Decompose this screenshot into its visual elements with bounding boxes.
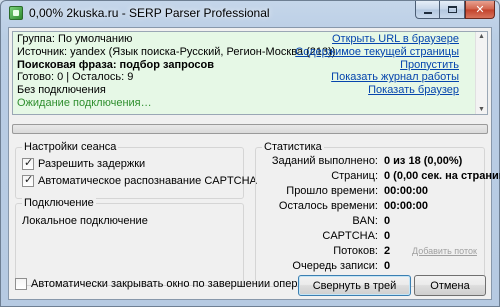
- stat-row: BAN: 0: [256, 215, 486, 227]
- stat-label: Прошло времени:: [286, 185, 378, 197]
- auto-close-label: Автоматически закрывать окно по завершен…: [31, 278, 323, 290]
- connection-status-text: Без подключения: [17, 84, 106, 97]
- connection-value: Локальное подключение: [22, 215, 148, 227]
- connection-group: Подключение Локальное подключение: [15, 197, 244, 286]
- source-text: Источник: yandex (Язык поиска-Русский, Р…: [17, 45, 336, 58]
- stat-row: CAPTCHA: 0: [256, 230, 486, 242]
- waiting-status-text: Ожидание подключения…: [17, 96, 152, 109]
- stat-value: 0 из 18 (0,00%): [384, 155, 463, 167]
- stat-label: Очередь записи:: [292, 260, 378, 272]
- close-icon: ✕: [475, 4, 485, 16]
- open-url-link[interactable]: Открыть URL в браузере: [295, 33, 459, 46]
- stat-label: Осталось времени:: [278, 200, 378, 212]
- title-bar[interactable]: 0,00% 2kuska.ru - SERP Parser Profession…: [1, 1, 499, 25]
- stat-row: Страниц: 0 (0,00 сек. на страниц: [256, 170, 500, 182]
- page-content-link[interactable]: Содержимое текущей страницы: [295, 46, 459, 59]
- progress-bar: [12, 124, 488, 134]
- stat-value: 00:00:00: [384, 185, 429, 197]
- stat-row: Очередь записи: 0: [256, 260, 486, 272]
- auto-captcha-checkbox[interactable]: Автоматическое распознавание CAPTCHA: [22, 173, 257, 187]
- statistics-title: Статистика: [262, 141, 324, 153]
- task-info-highlight: Группа: По умолчанию Источник: yandex (Я…: [13, 32, 477, 114]
- client-area: Группа: По умолчанию Источник: yandex (Я…: [8, 27, 500, 300]
- skip-link[interactable]: Пропустить: [295, 59, 459, 72]
- auto-close-checkbox[interactable]: Автоматически закрывать окно по завершен…: [15, 278, 322, 290]
- stat-row: Заданий выполнено: 0 из 18 (0,00%): [256, 155, 486, 167]
- task-info-panel: Группа: По умолчанию Источник: yandex (Я…: [12, 31, 488, 115]
- show-log-link[interactable]: Показать журнал работы: [295, 71, 459, 84]
- app-icon: [9, 6, 23, 20]
- stat-value: 0: [384, 215, 391, 227]
- auto-close-check-icon[interactable]: [15, 278, 27, 290]
- stat-value: 0: [384, 260, 391, 272]
- window-title: 0,00% 2kuska.ru - SERP Parser Profession…: [29, 6, 270, 20]
- task-info-text: Группа: По умолчанию Источник: yandex (Я…: [17, 33, 335, 110]
- task-actions: Открыть URL в браузере Содержимое текуще…: [295, 33, 459, 97]
- minimize-icon: [423, 11, 432, 14]
- stat-label: Страниц:: [331, 170, 378, 182]
- stat-row: Потоков: 2 Добавить поток: [256, 245, 486, 257]
- auto-captcha-check-icon[interactable]: [22, 173, 34, 187]
- stat-label: Заданий выполнено:: [271, 155, 378, 167]
- stat-value: 2: [384, 245, 391, 257]
- connection-title: Подключение: [22, 197, 96, 209]
- minimize-button[interactable]: [415, 1, 440, 19]
- info-scrollbar[interactable]: ▲ ▼: [475, 32, 487, 114]
- cancel-button[interactable]: Отмена: [414, 275, 486, 296]
- minimize-to-tray-button[interactable]: Свернуть в трей: [298, 275, 411, 296]
- stat-label: BAN:: [352, 215, 378, 227]
- stat-value: 0 (0,00 сек. на страниц: [384, 170, 500, 182]
- show-browser-link[interactable]: Показать браузер: [295, 84, 459, 97]
- search-phrase-text: Поисковая фраза: подбор запросов: [17, 58, 215, 71]
- stat-row: Осталось времени: 00:00:00: [256, 200, 486, 212]
- scroll-down-icon[interactable]: ▼: [478, 106, 485, 113]
- add-thread-link[interactable]: Добавить поток: [412, 246, 477, 256]
- maximize-button[interactable]: [440, 1, 465, 19]
- session-settings-group: Настройки сеанса Разрешить задержки Авто…: [15, 141, 257, 199]
- stat-value: 0: [384, 230, 391, 242]
- session-settings-title: Настройки сеанса: [22, 141, 119, 153]
- allow-delays-label: Разрешить задержки: [38, 158, 146, 170]
- app-window: 0,00% 2kuska.ru - SERP Parser Profession…: [0, 0, 500, 307]
- group-text: Группа: По умолчанию: [17, 33, 133, 45]
- stat-label: CAPTCHA:: [322, 230, 378, 242]
- stat-row: Прошло времени: 00:00:00: [256, 185, 486, 197]
- stat-value: 00:00:00: [384, 200, 429, 212]
- maximize-icon: [447, 6, 457, 13]
- close-button[interactable]: ✕: [465, 1, 495, 19]
- stat-label: Потоков:: [333, 245, 378, 257]
- counts-text: Готово: 0 | Осталось: 9: [17, 71, 134, 84]
- scroll-up-icon[interactable]: ▲: [478, 33, 485, 40]
- auto-captcha-label: Автоматическое распознавание CAPTCHA: [38, 175, 257, 187]
- statistics-group: Статистика Заданий выполнено: 0 из 18 (0…: [255, 141, 500, 287]
- allow-delays-checkbox[interactable]: Разрешить задержки: [22, 156, 146, 170]
- allow-delays-check-icon[interactable]: [22, 156, 34, 170]
